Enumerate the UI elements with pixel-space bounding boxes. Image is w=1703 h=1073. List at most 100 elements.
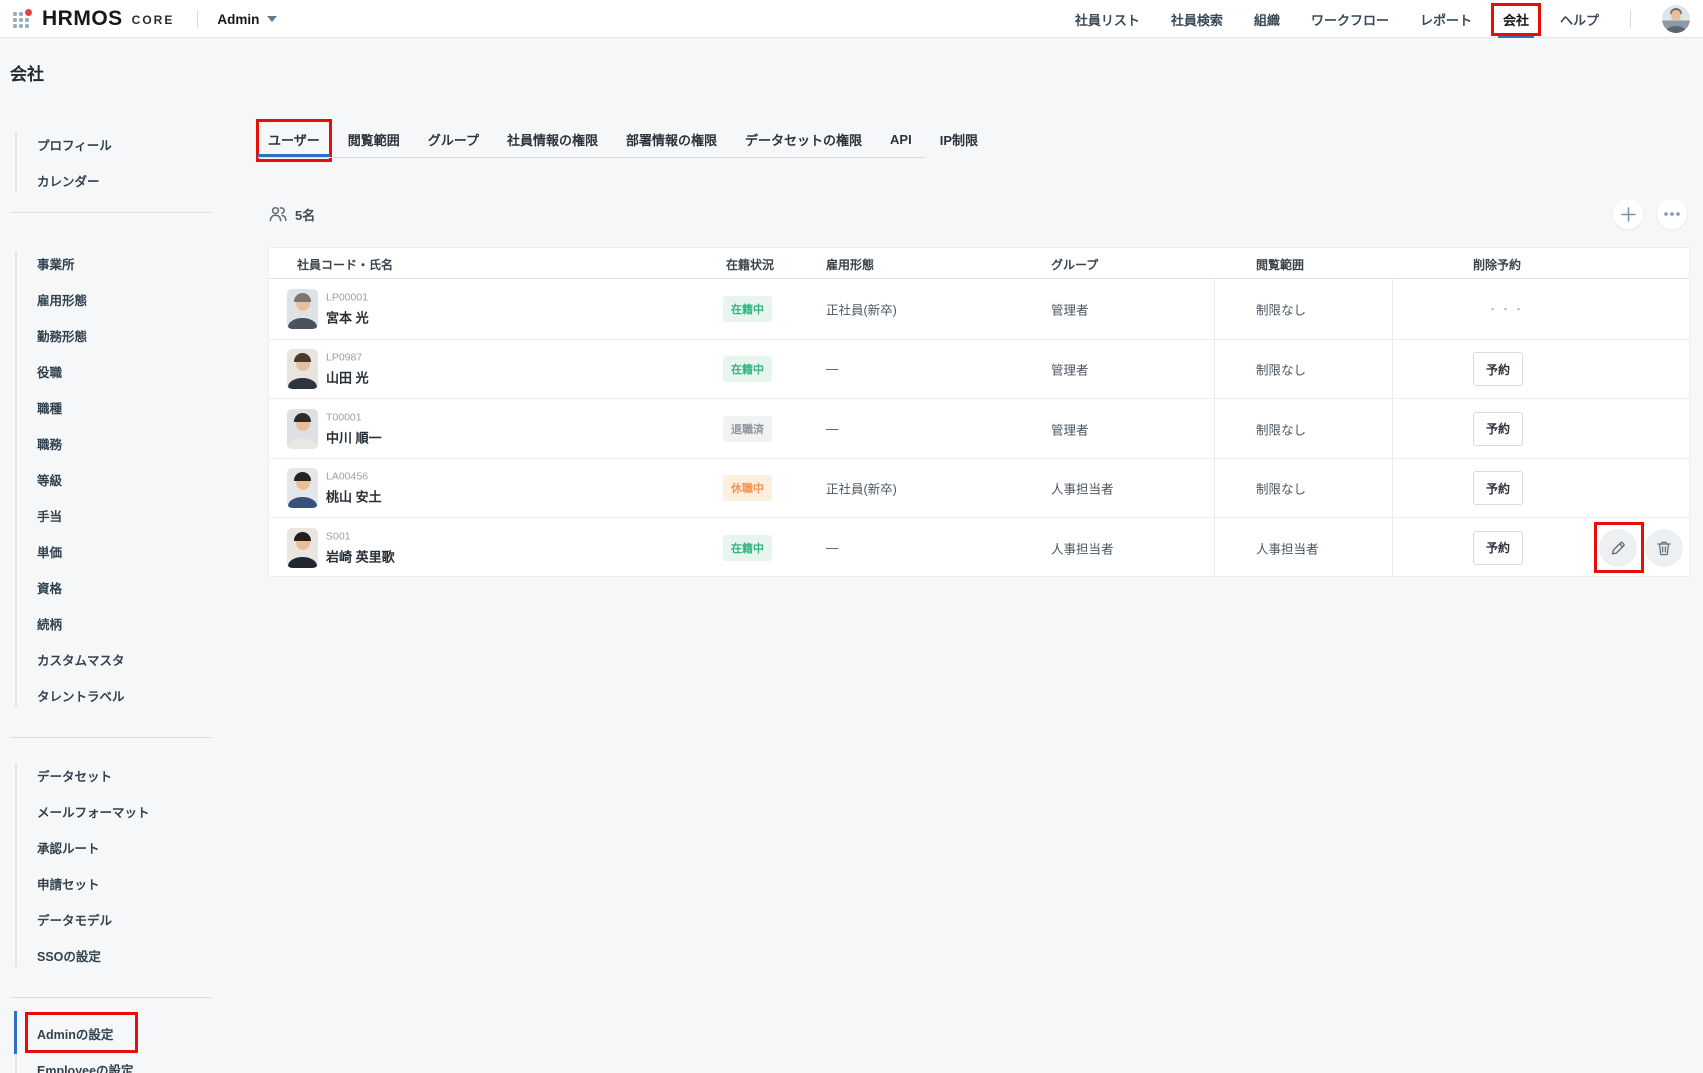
sidebar-item-application-set[interactable]: 申請セット: [10, 865, 212, 901]
sidebar-item-talent-label[interactable]: タレントラベル: [10, 677, 212, 713]
nav-employee-search[interactable]: 社員検索: [1171, 10, 1223, 29]
avatar-part: [294, 472, 311, 481]
workspace-label: Admin: [217, 12, 259, 27]
view-scope-cell: 制限なし: [1256, 300, 1306, 319]
sidebar-item-grade[interactable]: 等級: [10, 461, 212, 497]
sidebar-item-label: カスタムマスタ: [37, 650, 125, 669]
avatar-part: [288, 557, 317, 568]
sidebar-item-allowance[interactable]: 手当: [10, 497, 212, 533]
status-badge: 在籍中: [723, 296, 772, 322]
sidebar-item-approval-route[interactable]: 承認ルート: [10, 829, 212, 865]
view-scope-cell: 人事担当者: [1256, 538, 1319, 557]
sidebar-item-label: 勤務形態: [37, 326, 87, 345]
member-count-label: 5名: [295, 205, 315, 224]
sidebar-item-label: 等級: [37, 470, 62, 489]
tab-api[interactable]: API: [880, 124, 922, 154]
delete-reserve-button[interactable]: 予約: [1473, 352, 1523, 386]
tab-view-scope[interactable]: 閲覧範囲: [338, 124, 410, 154]
divider: [10, 212, 212, 213]
sidebar: プロフィールカレンダー事業所雇用形態勤務形態役職職種職務等級手当単価資格続柄カス…: [0, 0, 230, 1073]
status-badge: 休職中: [723, 475, 772, 501]
sidebar-item-label: 承認ルート: [37, 838, 100, 857]
delete-user-button[interactable]: [1645, 529, 1683, 567]
tab-department-info-permission[interactable]: 部署情報の権限: [616, 124, 727, 154]
group-cell: 管理者: [1051, 419, 1089, 438]
nav-employee-list[interactable]: 社員リスト: [1075, 10, 1140, 29]
edit-user-button[interactable]: [1599, 529, 1637, 567]
employment-cell: —: [826, 422, 839, 436]
workspace-dropdown[interactable]: Admin: [217, 12, 277, 27]
sidebar-item-mail-format[interactable]: メールフォーマット: [10, 793, 212, 829]
employee-avatar: [287, 409, 318, 449]
sidebar-item-job-category[interactable]: 職種: [10, 389, 212, 425]
sidebar-item-office[interactable]: 事業所: [10, 245, 212, 281]
annotation-box: [256, 119, 332, 162]
sidebar-item-profile[interactable]: プロフィール: [10, 126, 212, 162]
sidebar-item-employment-type[interactable]: 雇用形態: [10, 281, 212, 317]
sidebar-item-employee-settings[interactable]: Employeeの設定: [10, 1051, 212, 1073]
app-root: HRMOS CORE Admin 社員リスト 社員検索 組織 ワークフロー レポート 会社…: [0, 0, 1703, 1073]
divider: [10, 737, 212, 738]
group-cell: 人事担当者: [1051, 479, 1114, 498]
annotation-box: [1491, 3, 1541, 36]
delete-reserve-button[interactable]: 予約: [1473, 531, 1523, 565]
sidebar-item-custom-master[interactable]: カスタムマスタ: [10, 641, 212, 677]
employment-cell: 正社員(新卒): [826, 300, 897, 319]
member-count: 5名: [268, 202, 315, 226]
delete-reserve-button[interactable]: 予約: [1473, 471, 1523, 505]
sidebar-item-position[interactable]: 役職: [10, 353, 212, 389]
tab-groups[interactable]: グループ: [418, 124, 489, 154]
delete-reserve-button[interactable]: 予約: [1473, 412, 1523, 446]
status-badge: 在籍中: [723, 535, 772, 561]
avatar-part: [294, 293, 311, 302]
nav-report[interactable]: レポート: [1420, 10, 1472, 29]
more-options-button[interactable]: [1657, 199, 1687, 229]
nav-help[interactable]: ヘルプ: [1560, 10, 1599, 29]
top-nav: 社員リスト 社員検索 組織 ワークフロー レポート 会社 ヘルプ: [1075, 0, 1690, 38]
sidebar-item-label: 職務: [37, 434, 62, 453]
nav-company[interactable]: 会社: [1503, 10, 1529, 29]
sidebar-item-dataset[interactable]: データセット: [10, 757, 212, 793]
sidebar-item-label: メールフォーマット: [37, 802, 150, 821]
view-scope-cell: 制限なし: [1256, 360, 1306, 379]
employee-cell: LP00001宮本 光: [326, 292, 369, 327]
sidebar-item-admin-settings[interactable]: Adminの設定: [10, 1015, 212, 1051]
tab-dataset-permission[interactable]: データセットの権限: [735, 124, 872, 154]
tab-users[interactable]: ユーザー: [258, 124, 330, 154]
sidebar-item-calendar[interactable]: カレンダー: [10, 162, 212, 198]
tab-employee-info-permission[interactable]: 社員情報の権限: [497, 124, 608, 154]
sidebar-item-label: 役職: [37, 362, 62, 381]
plus-icon: [1621, 207, 1636, 222]
table-row[interactable]: LA00456桃山 安土休職中正社員(新卒)人事担当者制限なし予約: [269, 458, 1689, 518]
table-row[interactable]: S001岩崎 英里歌在籍中—人事担当者人事担当者予約: [269, 517, 1689, 577]
nav-organization[interactable]: 組織: [1254, 10, 1280, 29]
table-row[interactable]: LP00001宮本 光在籍中正社員(新卒)管理者制限なし・・・: [269, 279, 1689, 339]
sidebar-item-work-style[interactable]: 勤務形態: [10, 317, 212, 353]
users-table: 社員コード・氏名在籍状況雇用形態グループ閲覧範囲削除予約 LP00001宮本 光…: [268, 247, 1690, 577]
table-row[interactable]: LP0987山田 光在籍中—管理者制限なし予約: [269, 339, 1689, 399]
product-name: CORE: [132, 13, 175, 27]
add-user-button[interactable]: [1613, 199, 1643, 229]
sidebar-item-label: SSOの設定: [37, 946, 101, 965]
table-row[interactable]: T00001中川 順一退職済—管理者制限なし予約: [269, 398, 1689, 458]
logo[interactable]: HRMOS CORE Admin: [12, 0, 277, 38]
sidebar-group: プロフィールカレンダー: [10, 126, 212, 198]
user-avatar[interactable]: [1662, 5, 1690, 33]
employee-avatar: [287, 528, 318, 568]
sidebar-item-unit-price[interactable]: 単価: [10, 533, 212, 569]
avatar-part: [288, 318, 317, 329]
nav-workflow[interactable]: ワークフロー: [1311, 10, 1389, 29]
sidebar-item-sso-settings[interactable]: SSOの設定: [10, 937, 212, 973]
sidebar-item-label: 申請セット: [37, 874, 100, 893]
sidebar-item-job-duty[interactable]: 職務: [10, 425, 212, 461]
avatar-part: [288, 497, 317, 508]
sidebar-item-label: カレンダー: [37, 171, 100, 190]
sidebar-item-qualification[interactable]: 資格: [10, 569, 212, 605]
sidebar-item-label: 資格: [37, 578, 62, 597]
tab-ip-restriction[interactable]: IP制限: [930, 124, 988, 154]
employment-cell: —: [826, 541, 839, 555]
sidebar-item-data-model[interactable]: データモデル: [10, 901, 212, 937]
sidebar-item-relationship[interactable]: 続柄: [10, 605, 212, 641]
employee-code: T00001: [326, 411, 382, 423]
group-cell: 管理者: [1051, 360, 1089, 379]
